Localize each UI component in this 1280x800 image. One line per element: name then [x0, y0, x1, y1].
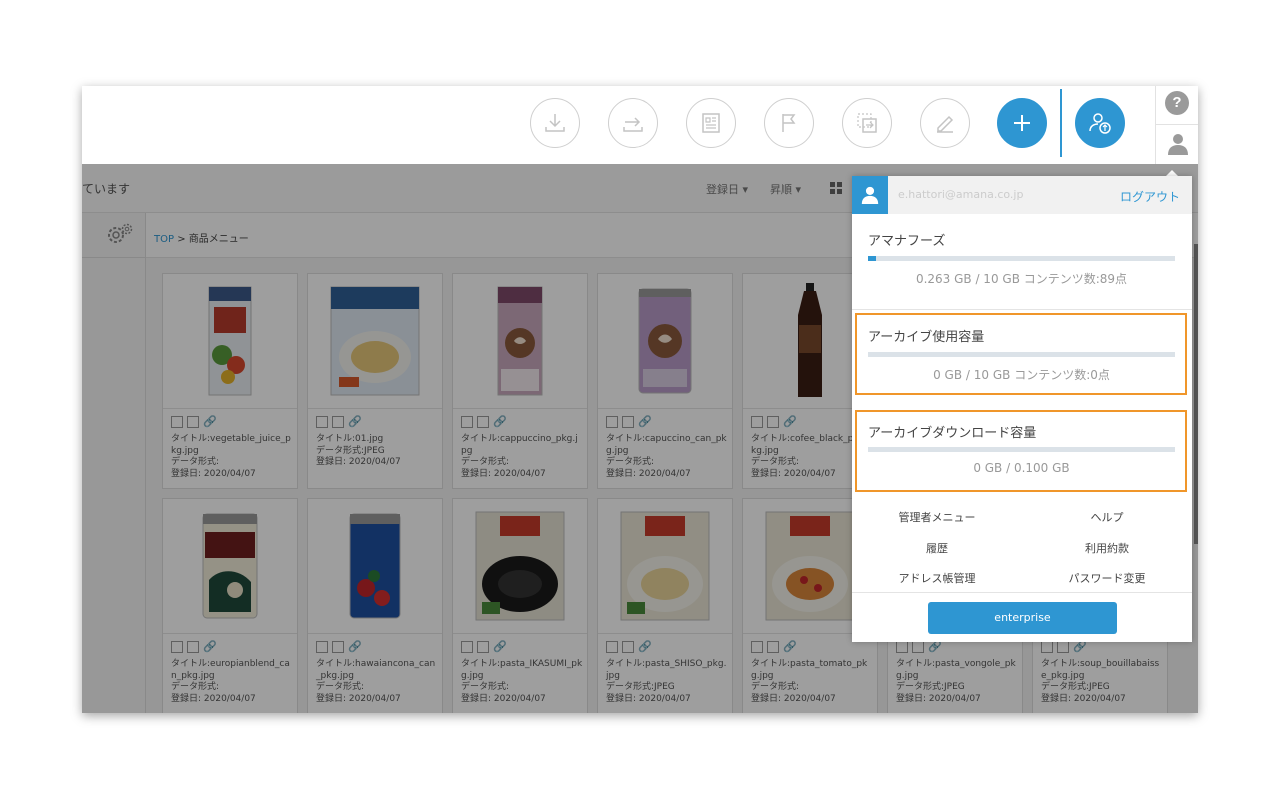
menu-terms[interactable]: 利用約款 [1022, 540, 1192, 556]
logout-link[interactable]: ログアウト [1120, 188, 1180, 205]
user-icon [861, 186, 879, 204]
right-utility-column: ? [1155, 86, 1198, 164]
menu-history[interactable]: 履歴 [852, 540, 1022, 556]
document-button[interactable] [686, 98, 736, 148]
org-usage-bar [868, 256, 1175, 261]
user-upload-icon [1089, 113, 1111, 134]
toolbar-separator [1060, 89, 1062, 157]
plus-icon [1014, 115, 1030, 131]
menu-help[interactable]: ヘルプ [1022, 509, 1192, 525]
move-icon [857, 113, 877, 133]
enterprise-button[interactable]: enterprise [928, 602, 1117, 634]
avatar [852, 176, 888, 214]
user-upload-button[interactable] [1075, 98, 1125, 148]
org-usage-text: 0.263 GB / 10 GB コンテンツ数:89点 [915, 272, 1128, 286]
download-usage-bar [868, 447, 1175, 452]
add-button[interactable] [997, 98, 1047, 148]
flag-icon [782, 114, 796, 132]
account-panel: e.hattori@amana.co.jp ログアウト アマナフーズ 0.263… [852, 176, 1192, 642]
menu-addressbook[interactable]: アドレス帳管理 [852, 570, 1022, 586]
menu-password[interactable]: パスワード変更 [1022, 570, 1192, 586]
org-name: アマナフーズ [868, 234, 946, 249]
edit-button[interactable] [920, 98, 970, 148]
archive-usage-title: アーカイブ使用容量 [868, 330, 985, 345]
archive-usage-bar [868, 352, 1175, 357]
account-header: e.hattori@amana.co.jp ログアウト [852, 176, 1192, 214]
export-button[interactable] [608, 98, 658, 148]
document-icon [702, 113, 720, 133]
divider [1156, 124, 1198, 125]
account-icon[interactable] [1167, 132, 1189, 156]
download-icon [545, 114, 565, 132]
download-button[interactable] [530, 98, 580, 148]
archive-usage-text: 0 GB / 10 GB コンテンツ数:0点 [933, 368, 1110, 382]
download-usage-text: 0 GB / 0.100 GB [973, 461, 1070, 475]
flag-button[interactable] [764, 98, 814, 148]
user-email: e.hattori@amana.co.jp [898, 188, 1024, 201]
help-button[interactable]: ? [1165, 91, 1189, 115]
divider [852, 592, 1192, 593]
edit-icon [937, 115, 954, 133]
org-usage-fill [868, 256, 877, 261]
scrollbar[interactable] [1194, 244, 1198, 544]
toolbar: ? [82, 86, 1198, 164]
download-usage-title: アーカイブダウンロード容量 [868, 426, 1037, 441]
export-icon [623, 117, 643, 132]
move-button[interactable] [842, 98, 892, 148]
menu-admin[interactable]: 管理者メニュー [852, 509, 1022, 525]
divider [852, 309, 1192, 310]
